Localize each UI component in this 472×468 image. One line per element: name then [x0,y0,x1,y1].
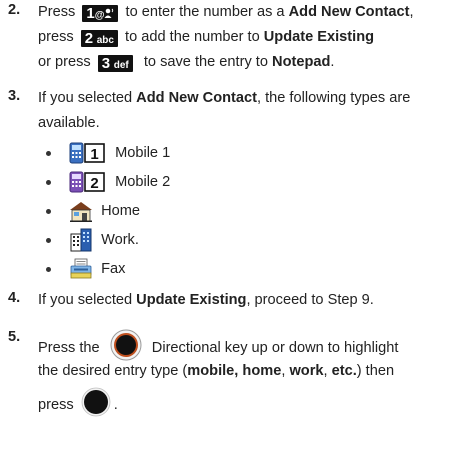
step-5-line-2: the desired entry type (mobile, home, wo… [38,361,394,381]
bold-term: Notepad [272,54,331,70]
type-label: Work. [101,232,139,248]
text: to add the number to [125,29,260,45]
svg-text:1: 1 [90,146,98,163]
bullet [46,237,51,243]
fax-icon [70,258,92,279]
text: press [38,29,74,45]
type-label: Home [101,203,140,219]
bold-term: etc. [331,363,357,379]
bullet [46,266,51,272]
type-label: Fax [101,261,126,277]
bold-term: mobile, home [187,363,282,379]
key-sub: abc [96,35,114,46]
type-label: Mobile 1 [115,145,171,161]
key-3-icon: 3 def [97,55,133,72]
step-number: 2. [8,2,21,18]
step-3-line-1: If you selected Add New Contact, the fol… [38,88,410,108]
key-1-icon: 1@ [82,5,119,22]
key-sub: def [113,60,129,71]
step-number: 4. [8,290,21,306]
manual-page: 2. Press 1@ to enter the number as a Add… [0,0,472,468]
step-5-line-3: press . [38,387,118,417]
text: to save the entry to [143,54,268,70]
list-item: Work. [46,228,139,252]
text: Press [38,4,76,20]
text: , the following types are [256,90,411,106]
step-5-line-1: Press the Directional key up or down to … [38,329,398,361]
step-2-line-3: or press 3 def to save the entry to Note… [38,52,334,72]
svg-text:2: 2 [90,175,98,192]
bold-term: Add New Contact [136,90,257,106]
text: . [113,397,118,413]
ok-key-icon [81,387,111,417]
step-2-line-1: Press 1@ to enter the number as a Add Ne… [38,2,414,22]
text: press [38,397,74,413]
bullet [46,179,51,185]
key-digit: 1 [86,5,95,22]
text: or press [38,54,91,70]
text: the desired entry type ( [38,363,188,379]
bold-term: Add New Contact [288,4,410,20]
key-digit: 2 [84,30,94,47]
text: ) then [356,363,395,379]
text: , proceed to Step 9. [246,292,374,308]
step-3-line-2: available. [38,115,100,131]
type-label: Mobile 2 [115,174,171,190]
step-2-line-2: press 2 abc to add the number to Update … [38,27,374,47]
text: to enter the number as a [125,4,285,20]
text: If you selected [38,90,133,106]
list-item: Home [46,199,140,223]
list-item: Fax [46,257,125,281]
text: Directional key up or down to highlight [151,340,399,356]
work-icon [70,228,92,252]
key-2-icon: 2 abc [80,30,118,47]
voicemail-icon [104,8,114,18]
text: , [409,4,414,20]
bold-term: Update Existing [263,29,375,45]
home-icon [70,202,93,223]
navigation-key-icon [110,329,142,361]
text: If you selected [38,292,133,308]
key-digit: 3 [101,55,111,72]
bold-term: Update Existing [136,292,247,308]
list-item: 1 Mobile 1 [46,141,170,165]
bold-term: work [289,363,324,379]
mobile-1-icon: 1 [69,142,105,164]
key-sub: @ [94,10,105,21]
step-number: 5. [8,329,21,345]
bullet [46,150,51,156]
step-number: 3. [8,88,21,104]
text: Press the [38,340,100,356]
text: . [330,54,335,70]
bullet [46,208,51,214]
mobile-2-icon: 2 [69,171,105,193]
step-4-line: If you selected Update Existing, proceed… [38,290,374,310]
list-item: 2 Mobile 2 [46,170,170,194]
text: , [323,363,332,379]
